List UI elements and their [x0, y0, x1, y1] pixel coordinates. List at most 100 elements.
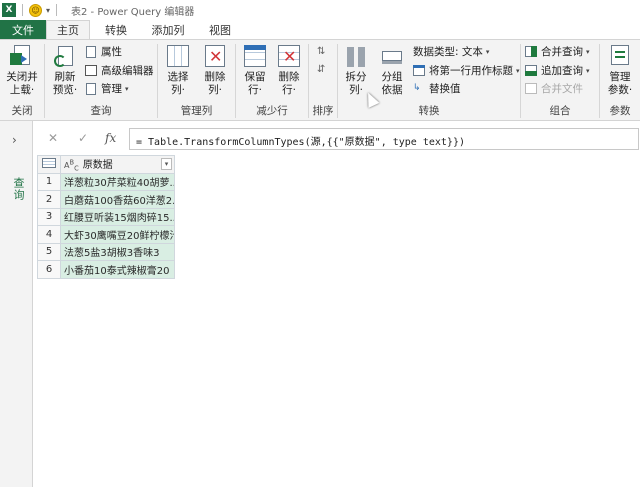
column-filter-icon[interactable]: ▾	[161, 158, 172, 170]
row-number: 2	[37, 190, 61, 209]
group-label-reduce-rows: 减少行	[256, 105, 288, 117]
append-queries-icon	[525, 64, 538, 77]
keep-rows-button[interactable]: 保留 行·	[239, 43, 271, 97]
cancel-formula-icon[interactable]: ✕	[48, 131, 58, 145]
manage-parameters-icon	[606, 43, 634, 69]
append-queries-button[interactable]: 追加查询 ▾	[525, 63, 590, 78]
manage-icon	[85, 82, 98, 95]
advanced-editor-button[interactable]: 高级编辑器	[85, 63, 154, 78]
close-and-load-button[interactable]: 关闭并 上载·	[4, 43, 40, 97]
group-label-manage-columns: 管理列	[180, 105, 213, 117]
ribbon-tabs: 文件 主页 转换 添加列 视图	[0, 20, 640, 39]
choose-columns-label-2: 列·	[171, 84, 185, 96]
table-corner-menu[interactable]	[37, 155, 61, 174]
column-header-label: 原数据	[82, 160, 113, 171]
split-column-button[interactable]: 拆分 列·	[341, 43, 371, 97]
merge-queries-icon	[525, 45, 538, 58]
title-separator-2	[56, 4, 58, 16]
confirm-formula-icon[interactable]: ✓	[78, 131, 88, 145]
group-combine: 合并查询 ▾ 追加查询 ▾ 合并文件 组合	[521, 40, 599, 120]
use-first-row-as-headers-button[interactable]: 将第一行用作标题 ▾	[413, 63, 520, 78]
group-by-icon	[378, 43, 406, 69]
tab-file[interactable]: 文件	[0, 20, 46, 39]
table-row[interactable]: 1 洋葱粒30芹菜粒40胡萝...	[37, 172, 175, 192]
data-preview-table: ABC 原数据 ▾ 1 洋葱粒30芹菜粒40胡萝... 2 白蘑菇100香菇60洋…	[37, 155, 175, 279]
row-number: 4	[37, 225, 61, 244]
split-column-icon	[342, 43, 370, 69]
remove-rows-button[interactable]: ✕ 删除 行·	[273, 43, 305, 97]
combine-files-label: 合并文件	[541, 83, 583, 95]
replace-values-label: 替换值	[429, 83, 461, 95]
refresh-preview-button[interactable]: 刷新 预览·	[49, 43, 81, 97]
group-label-transform: 转换	[418, 105, 440, 117]
advanced-editor-label: 高级编辑器	[101, 65, 154, 77]
data-type-dropdown[interactable]: 数据类型: 文本 ▾	[413, 44, 489, 59]
text-type-icon[interactable]: ABC	[64, 158, 79, 172]
remove-columns-button[interactable]: ✕ 删除 列·	[198, 43, 232, 97]
table-cell[interactable]: 大虾30鹰嘴豆20鲜柠檬汁10	[60, 225, 175, 244]
smiley-feedback-icon[interactable]: ☺	[29, 3, 42, 17]
merge-queries-button[interactable]: 合并查询 ▾	[525, 44, 590, 59]
formula-bar: ✕ ✓ fx = Table.TransformColumnTypes(源,{{…	[33, 121, 640, 155]
table-cell[interactable]: 洋葱粒30芹菜粒40胡萝...	[60, 172, 175, 192]
table-row[interactable]: 4 大虾30鹰嘴豆20鲜柠檬汁10	[37, 225, 175, 244]
group-label-parameters: 参数	[609, 105, 631, 117]
keep-rows-label-1: 保留	[244, 71, 266, 83]
combine-files-icon	[525, 82, 538, 95]
use-first-row-label: 将第一行用作标题	[429, 65, 513, 77]
sort-descending-button[interactable]: ⇵	[317, 62, 325, 77]
group-reduce-rows: 保留 行· ✕ 删除 行· 减少行	[236, 40, 308, 120]
manage-parameters-button[interactable]: 管理 参数·	[602, 43, 638, 97]
group-label-sort: 排序	[312, 105, 334, 117]
remove-rows-label-2: 行·	[282, 84, 296, 96]
tab-transform[interactable]: 转换	[90, 20, 142, 39]
remove-rows-icon: ✕	[275, 43, 303, 69]
sort-ascending-button[interactable]: ⇅	[317, 44, 325, 59]
manage-button[interactable]: 管理 ▾	[85, 81, 129, 96]
remove-rows-label-1: 删除	[278, 71, 300, 83]
group-label-close: 关闭	[11, 105, 33, 117]
table-row[interactable]: 2 白蘑菇100香菇60洋葱2...	[37, 190, 175, 209]
title-separator	[22, 4, 23, 16]
window-title: 表2 - Power Query 编辑器	[71, 6, 195, 18]
replace-values-button[interactable]: ↳ 替换值	[413, 81, 461, 96]
keep-rows-icon	[241, 43, 269, 69]
remove-columns-label-2: 列·	[208, 84, 222, 96]
table-row[interactable]: 6 小番茄10泰式辣椒膏20	[37, 260, 175, 279]
table-row[interactable]: 3 红腰豆听装15烟肉碎15...	[37, 207, 175, 227]
table-cell[interactable]: 小番茄10泰式辣椒膏20	[60, 260, 175, 279]
tab-view[interactable]: 视图	[194, 20, 246, 39]
group-parameters: 管理 参数· 参数	[600, 40, 640, 120]
table-cell[interactable]: 红腰豆听装15烟肉碎15...	[60, 207, 175, 227]
close-and-load-icon	[8, 43, 36, 69]
data-type-label: 数据类型: 文本	[413, 46, 483, 58]
table-cell[interactable]: 白蘑菇100香菇60洋葱2...	[60, 190, 175, 209]
replace-values-icon: ↳	[413, 82, 421, 93]
column-header-yuanshuju[interactable]: ABC 原数据 ▾	[60, 155, 175, 174]
tab-add-column[interactable]: 添加列	[142, 20, 194, 39]
manage-label: 管理	[101, 83, 122, 95]
combine-files-button[interactable]: 合并文件	[525, 81, 583, 96]
refresh-label-2: 预览·	[52, 84, 78, 96]
formula-input[interactable]: = Table.TransformColumnTypes(源,{{"原数据", …	[129, 128, 639, 150]
fx-icon[interactable]: fx	[105, 131, 116, 145]
expand-queries-pane-icon[interactable]: ›	[12, 133, 17, 147]
properties-button[interactable]: 属性	[85, 44, 122, 59]
refresh-label-1: 刷新	[54, 71, 76, 83]
remove-columns-label-1: 删除	[204, 71, 226, 83]
tab-home[interactable]: 主页	[46, 20, 90, 39]
group-by-button[interactable]: 分组 依据	[377, 43, 407, 97]
table-row[interactable]: 5 法葱5盐3胡椒3香味3	[37, 242, 175, 262]
group-sort: ⇅ ⇵ 排序	[309, 40, 337, 120]
choose-columns-button[interactable]: 选择 列·	[161, 43, 195, 97]
properties-label: 属性	[101, 46, 122, 58]
group-transform: 拆分 列· 分组 依据 数据类型: 文本 ▾ 将第一行用作标题 ▾ ↳ 替换值 转换	[338, 40, 520, 120]
split-column-label-1: 拆分	[345, 71, 367, 83]
group-manage-columns: 选择 列· ✕ 删除 列· 管理列	[158, 40, 235, 120]
excel-icon: X	[2, 3, 16, 17]
quick-access-dropdown-icon[interactable]: ▾	[46, 6, 50, 15]
table-icon	[42, 157, 56, 168]
advanced-editor-icon	[85, 64, 98, 77]
queries-pane-label[interactable]: 查询	[10, 177, 26, 201]
table-cell[interactable]: 法葱5盐3胡椒3香味3	[60, 242, 175, 262]
